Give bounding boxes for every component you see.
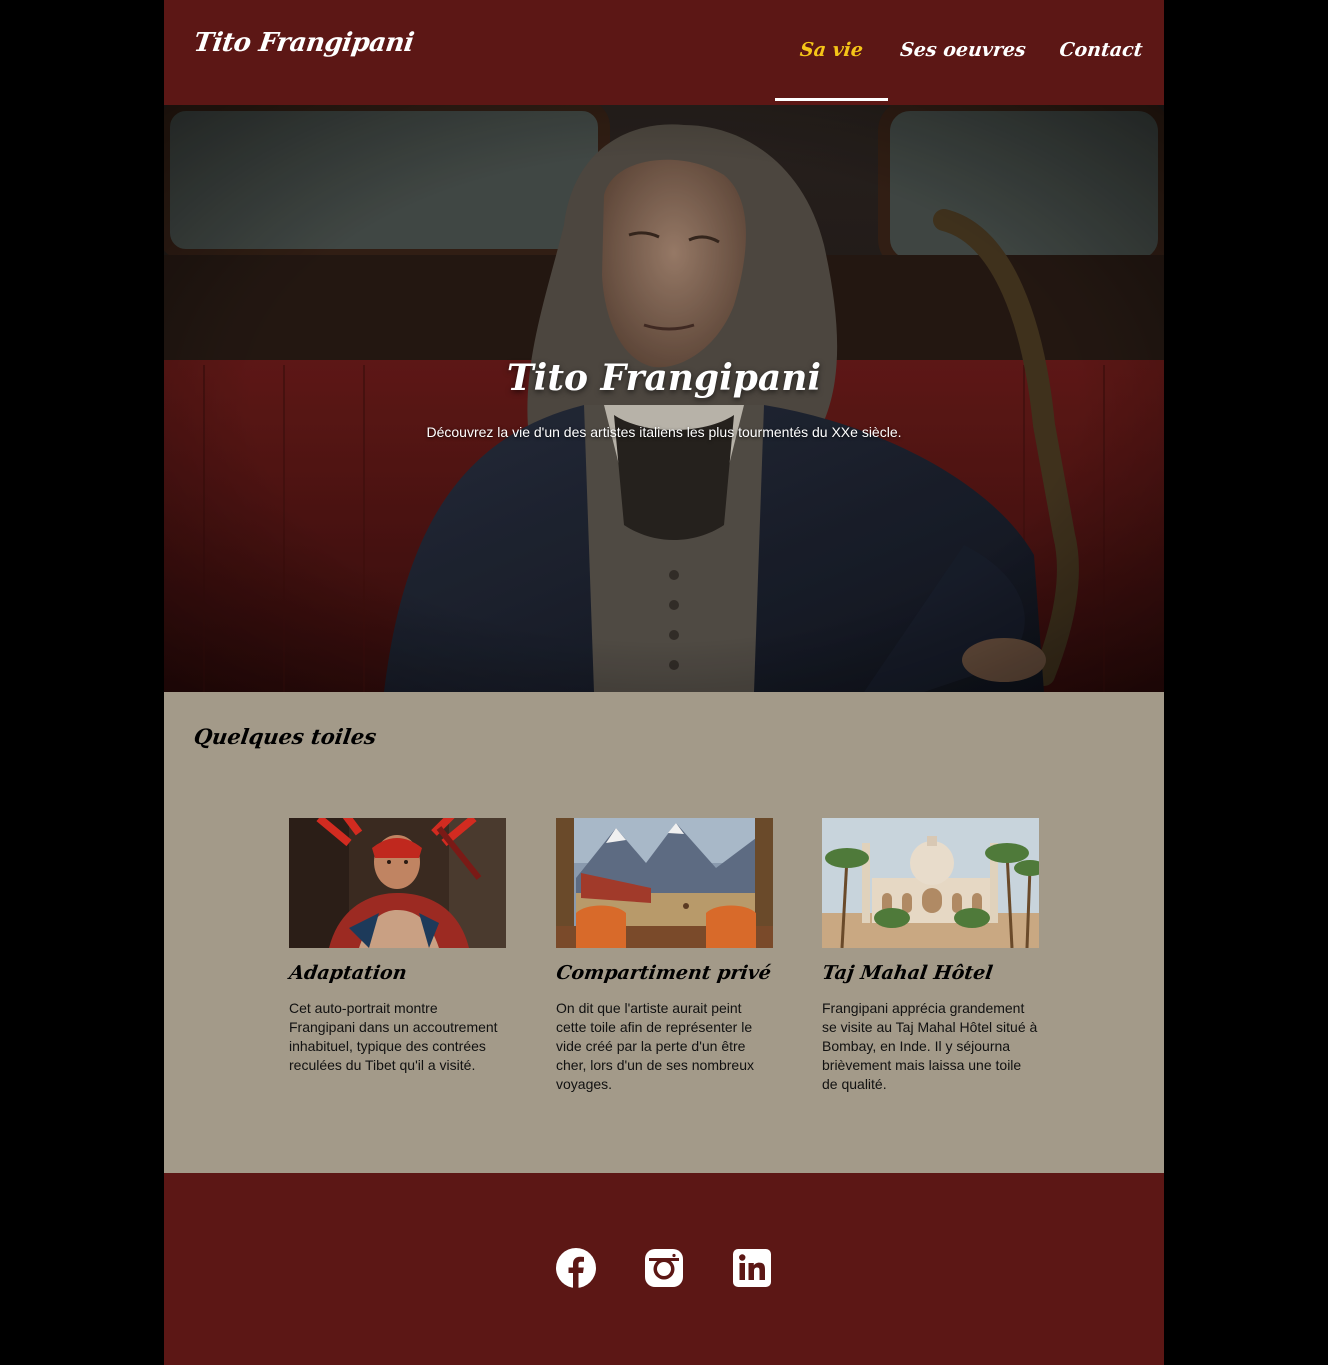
card-title: Adaptation bbox=[287, 962, 409, 984]
card-description: On dit que l'artiste aurait peint cette … bbox=[556, 1000, 755, 1092]
page: Tito Frangipani Sa vie Ses oeuvres Conta… bbox=[164, 0, 1164, 1365]
nav-item-contact[interactable]: Contact bbox=[1033, 0, 1170, 100]
gallery-card: Compartiment privé On dit que l'artiste … bbox=[554, 818, 773, 1094]
facebook-icon[interactable] bbox=[555, 1247, 597, 1289]
nav-active-indicator bbox=[775, 98, 888, 101]
gallery-title: Quelques toiles bbox=[192, 724, 378, 749]
main-nav: Sa vie Ses oeuvres Contact bbox=[775, 0, 1164, 105]
painting-image-taj-mahal[interactable] bbox=[822, 818, 1039, 948]
hero-banner: Tito Frangipani Découvrez la vie d'un de… bbox=[164, 105, 1164, 692]
instagram-icon[interactable] bbox=[643, 1247, 685, 1289]
gallery-card: Adaptation Cet auto-portrait montre Fran… bbox=[287, 818, 506, 1075]
card-title: Compartiment privé bbox=[554, 962, 773, 984]
site-logo[interactable]: Tito Frangipani bbox=[192, 28, 416, 58]
hero-subtitle: Découvrez la vie d'un des artistes itali… bbox=[426, 424, 902, 440]
nav-item-sa-vie[interactable]: Sa vie bbox=[770, 0, 894, 100]
gallery-card: Taj Mahal Hôtel Frangipani apprécia gran… bbox=[820, 818, 1039, 1094]
card-title: Taj Mahal Hôtel bbox=[820, 962, 995, 984]
site-footer bbox=[164, 1173, 1164, 1365]
hero-title: Tito Frangipani bbox=[506, 357, 822, 399]
gallery-section: Quelques toiles Adaptation Cet auto-port… bbox=[164, 692, 1164, 1173]
painting-image-compartiment[interactable] bbox=[556, 818, 773, 948]
nav-item-ses-oeuvres[interactable]: Ses oeuvres bbox=[883, 0, 1044, 100]
painting-image-adaptation[interactable] bbox=[289, 818, 506, 948]
linkedin-icon[interactable] bbox=[731, 1247, 773, 1289]
site-header: Tito Frangipani Sa vie Ses oeuvres Conta… bbox=[164, 0, 1164, 105]
card-description: Frangipani apprécia grandement se visite… bbox=[822, 1000, 1038, 1092]
card-description: Cet auto-portrait montre Frangipani dans… bbox=[289, 1000, 498, 1073]
